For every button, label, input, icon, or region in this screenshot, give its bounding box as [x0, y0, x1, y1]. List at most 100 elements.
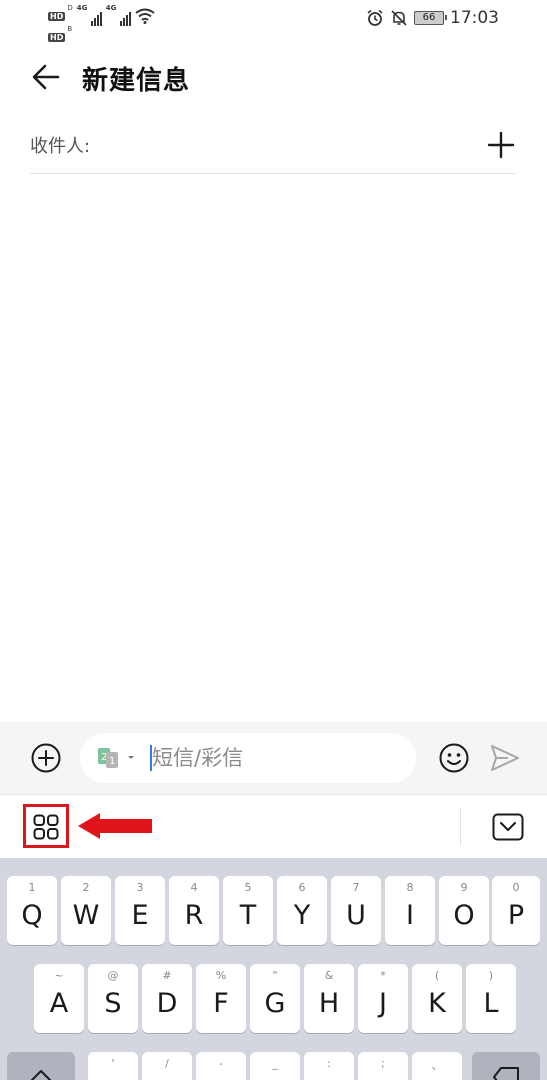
key-hint: -: [219, 1057, 223, 1070]
arrow-left-icon[interactable]: [30, 60, 64, 94]
status-left: HDD HDB 4G 4G: [48, 4, 155, 44]
key-m[interactable]: 、M: [412, 1052, 462, 1080]
signal-icon: 4G: [106, 4, 131, 26]
key-letter: S: [104, 988, 122, 1019]
key-letter: O: [453, 900, 475, 931]
key-letter: M: [412, 1076, 462, 1080]
recipient-label: 收件人:: [30, 136, 91, 157]
divider: [460, 809, 461, 845]
key-i[interactable]: 8I: [385, 876, 435, 945]
network-type-label: 4G: [76, 4, 88, 12]
key-letter: X: [142, 1076, 192, 1080]
key-hint: 9: [460, 881, 468, 894]
key-o[interactable]: 9O: [439, 876, 489, 945]
key-letter: Z: [88, 1076, 138, 1080]
key-letter: V: [250, 1076, 300, 1080]
message-composer: 2 1: [0, 722, 547, 794]
key-q[interactable]: 1Q: [7, 876, 57, 945]
key-r[interactable]: 4R: [169, 876, 219, 945]
mute-icon: [391, 10, 407, 26]
hd-sub-label: B: [67, 25, 73, 33]
svg-text:1: 1: [109, 756, 115, 767]
key-letter: E: [131, 900, 149, 931]
key-k[interactable]: (K: [412, 964, 462, 1033]
sim-card-icon[interactable]: 2 1: [98, 748, 120, 768]
key-letter: T: [239, 900, 257, 931]
key-g[interactable]: " G: [250, 964, 300, 1033]
key-letter: R: [184, 900, 204, 931]
key-hint: 3: [136, 881, 144, 894]
key-w[interactable]: 2W: [61, 876, 111, 945]
ime-toolbar: [0, 794, 547, 858]
key-s[interactable]: @ S: [88, 964, 138, 1033]
key-letter: J: [379, 988, 387, 1019]
key-hint: &: [324, 969, 334, 982]
key-n[interactable]: ;N: [358, 1052, 408, 1080]
recipient-field[interactable]: 收件人:: [30, 118, 516, 174]
key-x[interactable]: /X: [142, 1052, 192, 1080]
smiley-icon[interactable]: [438, 742, 470, 774]
backspace-icon: [493, 1067, 519, 1080]
shift-key[interactable]: [7, 1052, 75, 1080]
key-y[interactable]: 6Y: [277, 876, 327, 945]
key-hint: _: [272, 1057, 278, 1070]
message-input-container[interactable]: 2 1: [80, 733, 416, 783]
send-icon[interactable]: [490, 744, 520, 772]
status-bar: HDD HDB 4G 4G 66 17:03: [0, 0, 547, 42]
plus-icon[interactable]: [486, 130, 516, 160]
key-hint: ;: [381, 1057, 385, 1070]
key-letter: L: [483, 988, 499, 1019]
key-letter: W: [72, 900, 100, 931]
alarm-icon: [367, 9, 383, 26]
key-letter: N: [358, 1076, 408, 1080]
keyboard: 1Q 2W 3E 4R 5T 6Y 7U 8I 9O 0P ~ A @ S # D %…: [0, 858, 547, 1080]
key-letter: Q: [21, 900, 43, 931]
key-d[interactable]: # D: [142, 964, 192, 1033]
key-letter: C: [196, 1076, 246, 1080]
key-hint: 、: [431, 1059, 443, 1072]
key-j[interactable]: * J: [358, 964, 408, 1033]
hd-indicators: HDD HDB: [48, 4, 73, 44]
key-h[interactable]: & H: [304, 964, 354, 1033]
key-hint: *: [380, 969, 386, 982]
circle-plus-icon[interactable]: [30, 742, 62, 774]
grid-menu-icon: [33, 814, 59, 840]
key-hint: 0: [512, 881, 520, 894]
key-letter: I: [406, 900, 414, 931]
wifi-icon: [135, 8, 155, 24]
key-hint: (: [434, 969, 440, 982]
key-hint: 4: [190, 881, 198, 894]
chevron-down-icon[interactable]: [126, 746, 136, 768]
key-hint: :: [327, 1057, 331, 1070]
key-e[interactable]: 3E: [115, 876, 165, 945]
key-u[interactable]: 7U: [331, 876, 381, 945]
key-v[interactable]: _V: [250, 1052, 300, 1080]
key-p[interactable]: 0P: [492, 876, 540, 945]
key-b[interactable]: :B: [304, 1052, 354, 1080]
key-hint: 7: [352, 881, 360, 894]
clock: 17:03: [450, 8, 499, 28]
key-l[interactable]: ) L: [466, 964, 516, 1033]
keyboard-hide-icon[interactable]: [492, 813, 524, 841]
key-hint: 8: [406, 881, 414, 894]
key-a[interactable]: ~ A: [34, 964, 84, 1033]
ime-menu-button[interactable]: [23, 804, 69, 848]
key-letter: Y: [293, 900, 311, 931]
key-letter: A: [49, 988, 69, 1019]
shift-icon: [30, 1070, 52, 1080]
key-f[interactable]: % F: [196, 964, 246, 1033]
backspace-key[interactable]: [472, 1052, 540, 1080]
status-right: 66 17:03: [366, 8, 499, 28]
key-z[interactable]: 'Z: [88, 1052, 138, 1080]
key-hint: ): [488, 969, 494, 982]
key-hint: %: [215, 969, 227, 982]
key-t[interactable]: 5T: [223, 876, 273, 945]
hd-sub-label: D: [67, 4, 73, 12]
key-letter: U: [346, 900, 366, 931]
key-c[interactable]: -C: [196, 1052, 246, 1080]
signal-icon: 4G: [77, 4, 102, 26]
message-input[interactable]: [152, 741, 402, 775]
key-letter: G: [264, 988, 286, 1019]
battery-icon: 66: [414, 11, 447, 25]
header: 新建信息: [0, 50, 547, 106]
